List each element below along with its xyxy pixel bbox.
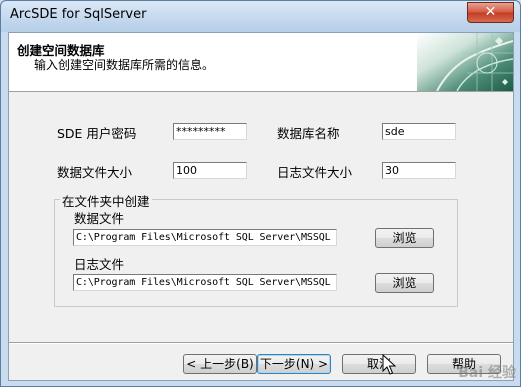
log-file-label: 日志文件 [74, 257, 125, 272]
wizard-header: 创建空间数据库 输入创建空间数据库所需的信息。 [9, 33, 513, 92]
watermark: Bai 经验 [458, 365, 516, 381]
log-size-input[interactable]: 30 [382, 162, 456, 179]
data-file-path-input[interactable]: C:\Program Files\Microsoft SQL Server\MS… [73, 229, 337, 246]
installer-window: ArcSDE for SqlServer ✕ 创建空间数据库 输入创建空间数据库… [0, 0, 521, 387]
sde-password-input[interactable]: ********* [173, 123, 247, 140]
wizard-client-area: 创建空间数据库 输入创建空间数据库所需的信息。 SDE 用户密码 *******… [8, 32, 514, 381]
footer-divider [9, 342, 513, 344]
close-button[interactable]: ✕ [467, 2, 514, 23]
next-button[interactable]: 下一步(N) > [257, 354, 331, 374]
db-name-input[interactable]: sde [382, 123, 456, 140]
back-button[interactable]: < 上一步(B) [183, 354, 257, 374]
window-title: ArcSDE for SqlServer [10, 7, 147, 22]
header-map-graphic-icon [417, 33, 513, 91]
data-size-input[interactable]: 100 [173, 162, 247, 179]
mouse-pointer-icon [382, 354, 397, 375]
page-subtitle: 输入创建空间数据库所需的信息。 [34, 58, 215, 72]
cancel-button[interactable]: 取消 [342, 354, 416, 374]
sde-password-label: SDE 用户密码 [57, 126, 137, 141]
data-file-label: 数据文件 [74, 211, 125, 226]
log-size-label: 日志文件大小 [277, 165, 353, 180]
db-name-label: 数据库名称 [277, 126, 340, 141]
data-file-browse-button[interactable]: 浏览 [375, 228, 434, 248]
log-file-browse-button[interactable]: 浏览 [375, 273, 434, 293]
data-size-label: 数据文件大小 [57, 165, 133, 180]
log-file-path-input[interactable]: C:\Program Files\Microsoft SQL Server\MS… [73, 274, 337, 291]
title-bar[interactable]: ArcSDE for SqlServer ✕ [1, 1, 520, 32]
